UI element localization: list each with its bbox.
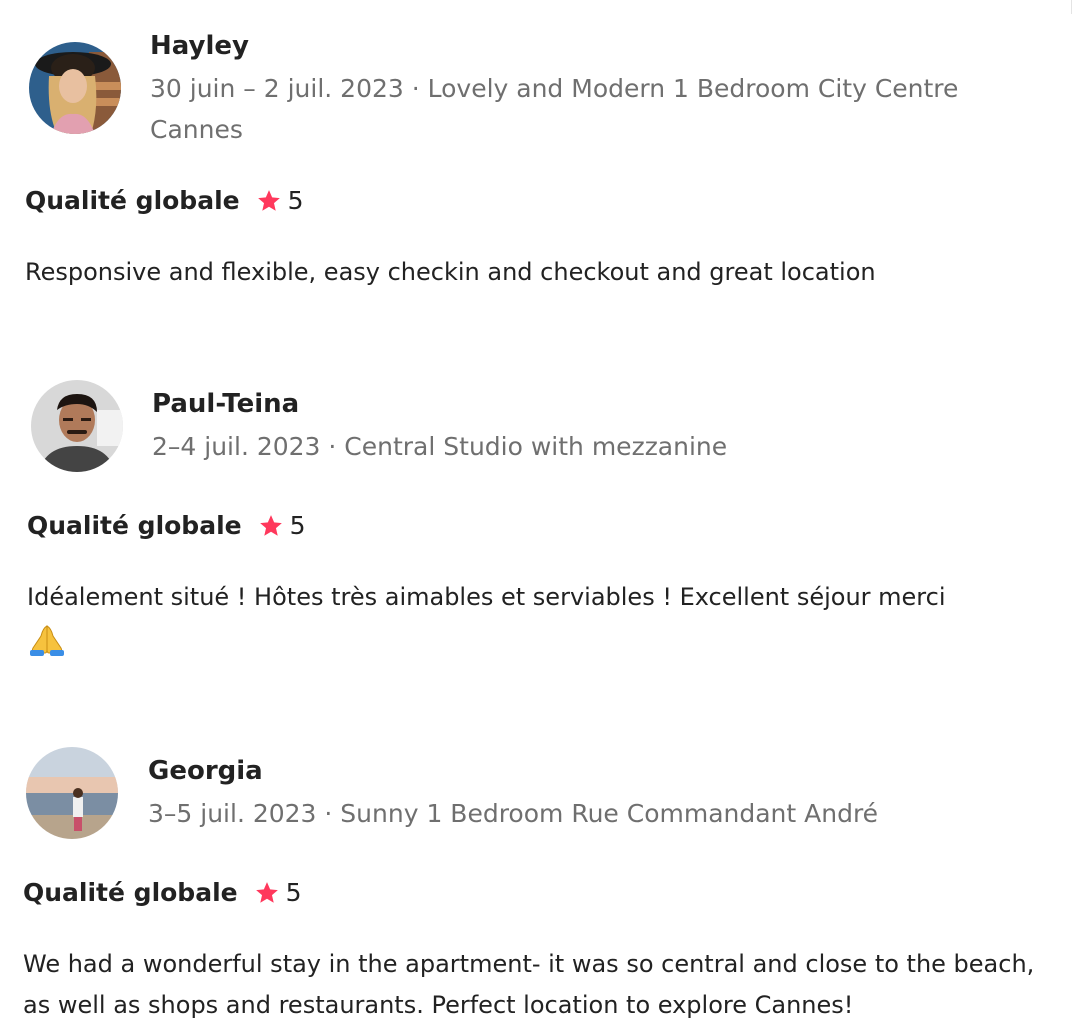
reviewer-avatar[interactable] <box>26 747 118 839</box>
avatar-photo-icon <box>26 747 118 839</box>
review-item: Georgia 3–5 juil. 2023 · Sunny 1 Bedroom… <box>0 0 1072 1033</box>
rating-label: Qualité globale <box>23 878 238 907</box>
rating-value: 5 <box>285 878 302 907</box>
reviewer-name: Georgia <box>148 756 263 786</box>
star-icon <box>255 881 278 903</box>
review-text: We had a wonderful stay in the apartment… <box>23 950 1035 1019</box>
stay-details: 3–5 juil. 2023 · Sunny 1 Bedroom Rue Com… <box>148 799 879 828</box>
overall-rating: Qualité globale 5 <box>23 878 302 907</box>
